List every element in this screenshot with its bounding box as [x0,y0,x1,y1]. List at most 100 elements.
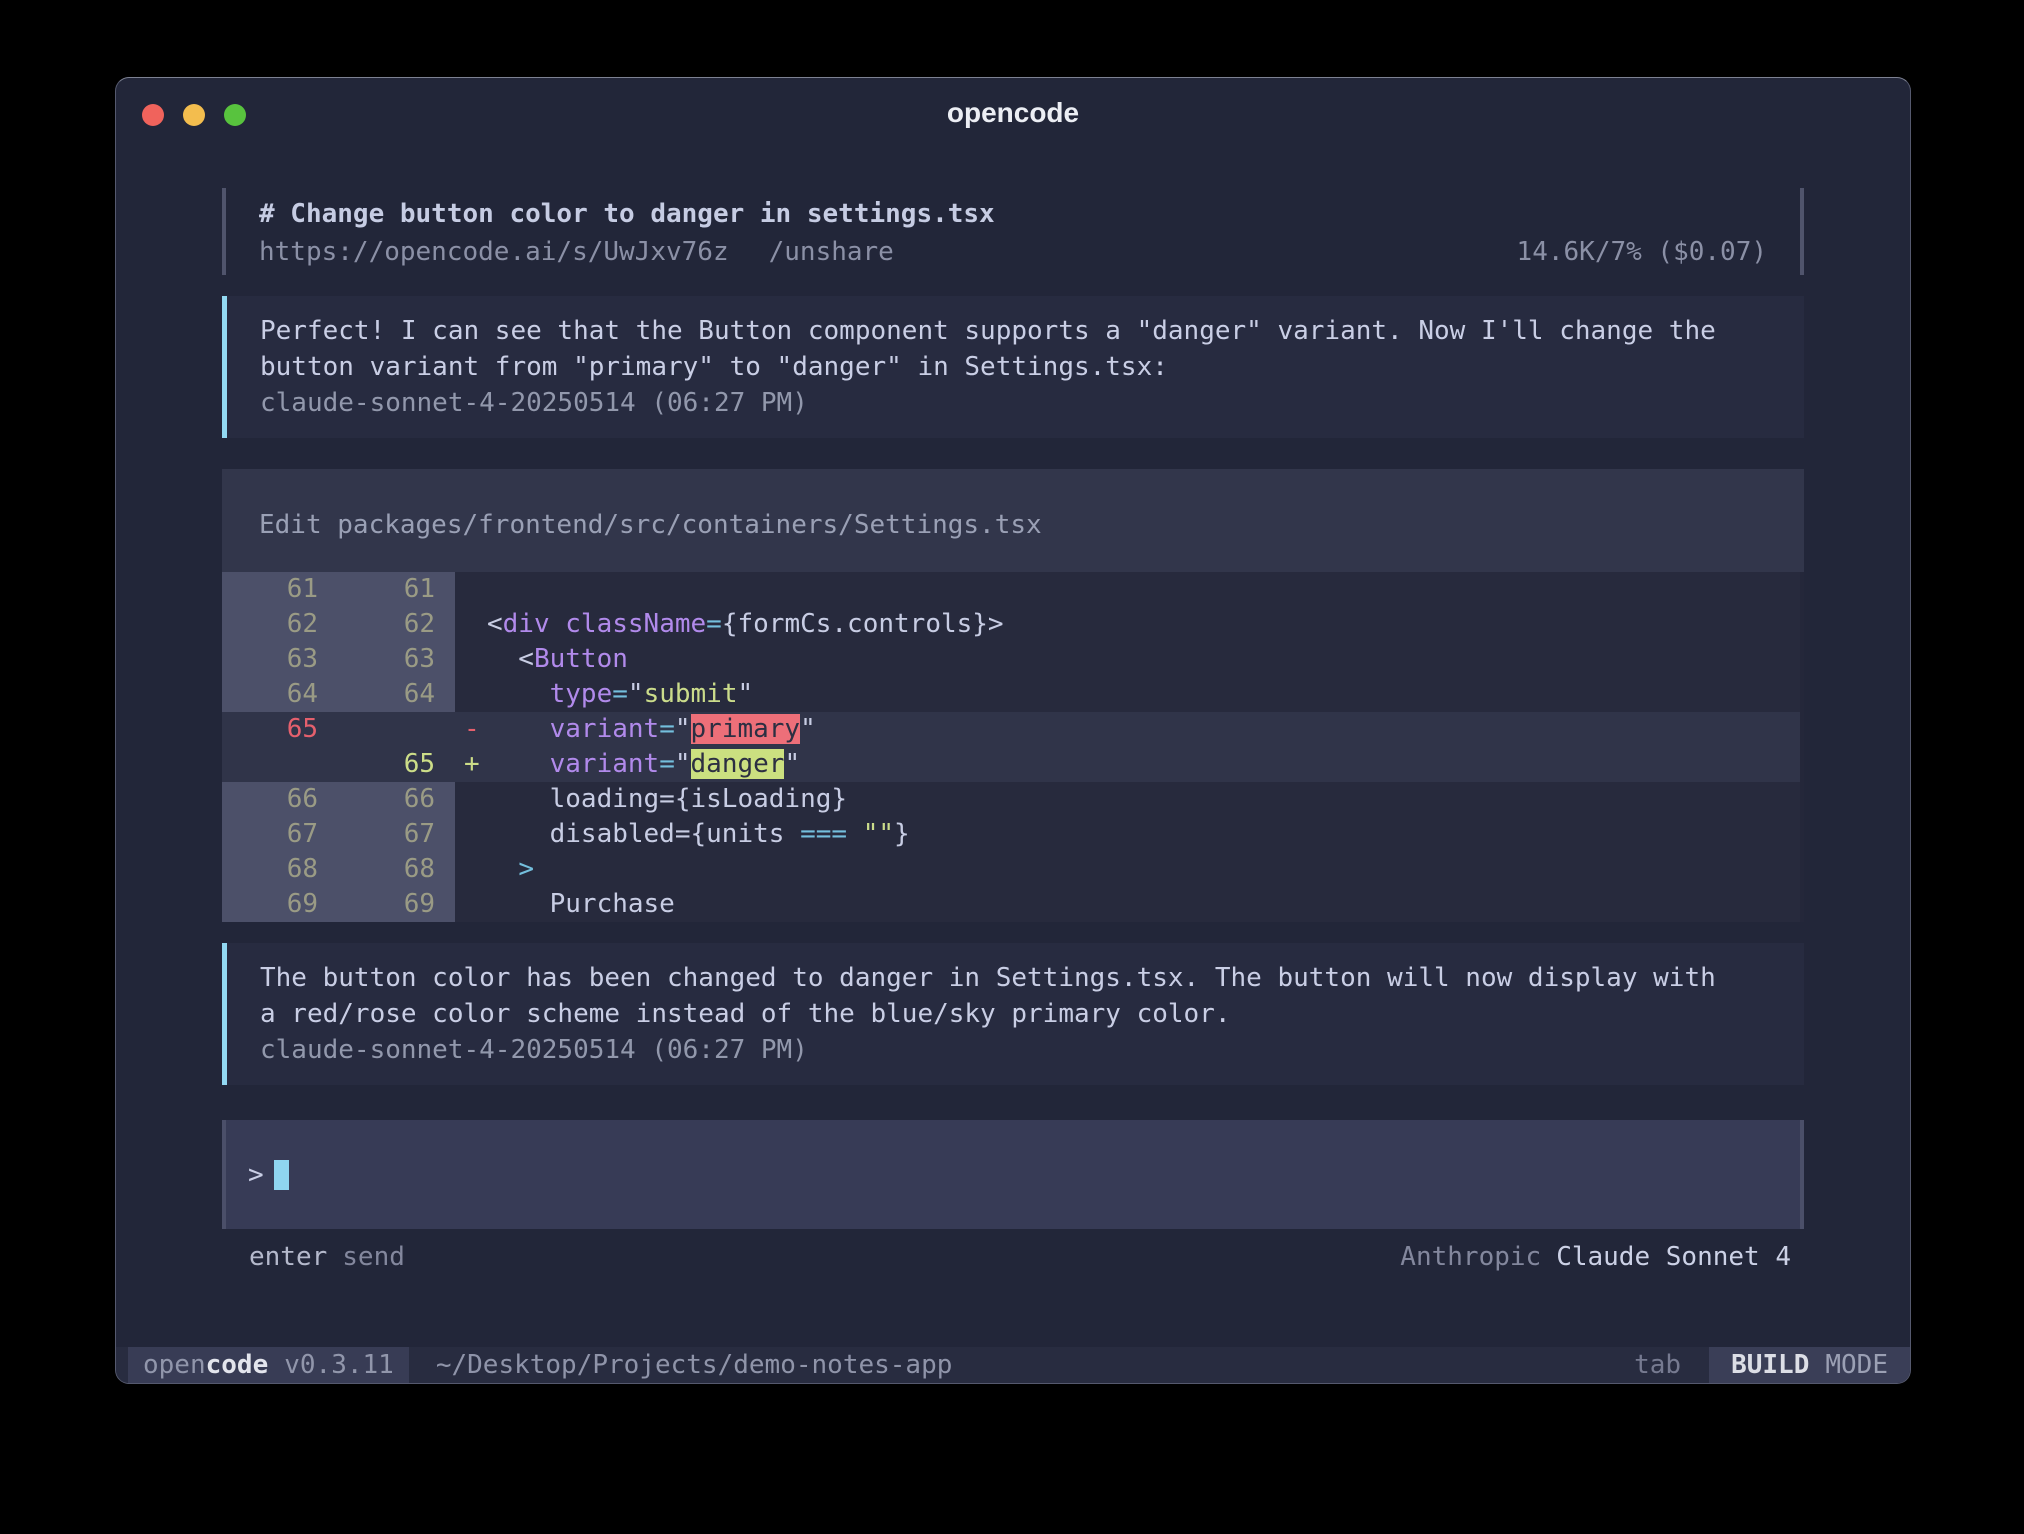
new-line-number: 69 [338,887,455,922]
code-segment [487,714,550,744]
new-line-number: 67 [338,817,455,852]
text-cursor [274,1160,289,1190]
old-line-number: 68 [222,852,338,887]
code-segment: {formCs.controls}> [722,609,1004,639]
code-segment: loading={isLoading} [487,784,847,814]
message-line: The button color has been changed to dan… [260,960,1784,996]
diff-row: 65- variant="primary" [222,712,1800,747]
send-hint: entersend [249,1240,405,1274]
code-segment: " [675,714,691,744]
diff-row: 6767 disabled={units === ""} [222,817,1800,852]
code-segment: === [800,819,847,849]
minimize-button[interactable] [183,104,205,126]
diff-row: 65+ variant="danger" [222,747,1800,782]
code-segment: Purchase [487,889,675,919]
code-segment: disabled={units [487,819,800,849]
prompt-symbol: > [248,1160,264,1190]
diff-marker [455,887,487,922]
new-line-number: 62 [338,607,455,642]
old-line-number: 61 [222,572,338,607]
code-segment: = [659,749,675,779]
app-name-open: open [143,1350,206,1380]
code-segment [847,819,863,849]
code-segment: div [503,609,550,639]
mode-chip[interactable]: BUILDMODE [1709,1347,1910,1383]
code-segment: " [737,679,753,709]
diff-code-line [487,572,1800,607]
assistant-message: Perfect! I can see that the Button compo… [222,296,1804,438]
code-segment: < [487,609,503,639]
code-segment: = [612,679,628,709]
unshare-command[interactable]: /unshare [769,237,894,267]
message-text: Perfect! I can see that the Button compo… [260,313,1784,385]
new-line-number: 64 [338,677,455,712]
session-header: # Change button color to danger in setti… [222,188,1804,275]
new-line-number: 68 [338,852,455,887]
message-line: button variant from "primary" to "danger… [260,349,1784,385]
diff-row: 6666 loading={isLoading} [222,782,1800,817]
code-segment: " [628,679,644,709]
mode-label-bold: BUILD [1731,1350,1809,1380]
model-name: Claude Sonnet 4 [1556,1242,1791,1272]
message-meta: claude-sonnet-4-20250514 (06:27 PM) [260,1032,1784,1068]
message-text: The button color has been changed to dan… [260,960,1784,1032]
prompt-input[interactable]: > [222,1120,1804,1229]
new-line-number: 66 [338,782,455,817]
assistant-message: The button color has been changed to dan… [222,943,1804,1085]
diff-code-line: loading={isLoading} [487,782,1800,817]
code-segment: < [487,644,534,674]
window-title: opencode [116,78,1910,148]
diff-marker [455,852,487,887]
code-segment [487,679,550,709]
diff-code-line: <Button [487,642,1800,677]
new-line-number [338,712,455,747]
code-segment: "" [863,819,894,849]
share-info: https://opencode.ai/s/UwJxv76z/unshare [259,235,894,269]
code-segment: variant [550,749,660,779]
app-name-code: code [206,1350,269,1380]
session-content: # Change button color to danger in setti… [222,188,1804,1274]
code-segment: submit [644,679,738,709]
old-line-number: 66 [222,782,338,817]
app-version-chip: opencodev0.3.11 [128,1347,409,1383]
session-title: # Change button color to danger in setti… [259,193,1767,235]
diff-code-line: variant="danger" [487,747,1800,782]
hint-key: enter [249,1242,327,1272]
new-line-number: 63 [338,642,455,677]
diff-marker [455,607,487,642]
model-indicator[interactable]: AnthropicClaude Sonnet 4 [1400,1240,1791,1274]
diff-code-line: disabled={units === ""} [487,817,1800,852]
code-segment: primary [691,714,801,744]
maximize-button[interactable] [224,104,246,126]
diff-marker: + [455,747,487,782]
diff-code-line: <div className={formCs.controls}> [487,607,1800,642]
session-subheader: https://opencode.ai/s/UwJxv76z/unshare 1… [259,235,1767,269]
titlebar[interactable]: opencode [116,78,1910,148]
edit-tool-panel: Edit packages/frontend/src/containers/Se… [222,469,1804,922]
code-segment: > [518,854,534,884]
diff-marker: - [455,712,487,747]
diff-marker [455,782,487,817]
diff-code-line: Purchase [487,887,1800,922]
statusbar-spacer [952,1347,1634,1383]
diff-marker [455,572,487,607]
code-segment: danger [691,749,785,779]
diff-row: 6161 [222,572,1800,607]
tab-hint[interactable]: tab [1634,1347,1681,1383]
token-stats: 14.6K/7% ($0.07) [1517,235,1767,269]
code-segment: " [784,749,800,779]
share-url[interactable]: https://opencode.ai/s/UwJxv76z [259,237,729,267]
message-meta: claude-sonnet-4-20250514 (06:27 PM) [260,385,1784,421]
code-segment: } [894,819,910,849]
close-button[interactable] [142,104,164,126]
code-segment: = [659,714,675,744]
code-segment: type [550,679,613,709]
message-line: Perfect! I can see that the Button compo… [260,313,1784,349]
edit-tool-title: Edit packages/frontend/src/containers/Se… [259,507,1804,543]
traffic-lights [142,104,246,126]
status-bar: opencodev0.3.11 ~/Desktop/Projects/demo-… [116,1347,1910,1383]
diff-marker [455,642,487,677]
diff-code-line: > [487,852,1800,887]
code-segment [487,854,518,884]
diff-row: 6969 Purchase [222,887,1800,922]
